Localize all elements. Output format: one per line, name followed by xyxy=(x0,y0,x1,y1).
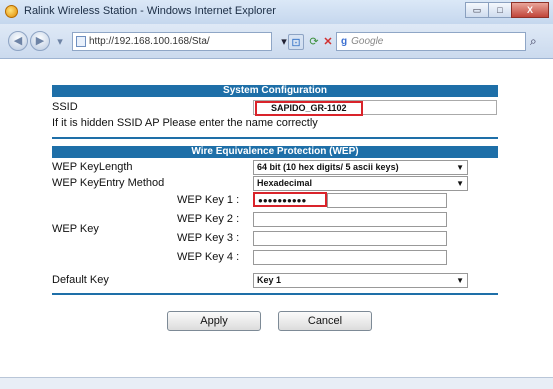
chevron-down-icon: ▼ xyxy=(456,276,464,285)
page-icon xyxy=(76,36,86,47)
stop-icon[interactable]: ✕ xyxy=(320,34,336,50)
wep-key-row-4: WEP Key 4 : xyxy=(52,249,498,265)
wep-key-3-label: WEP Key 3 : xyxy=(177,232,240,244)
minimize-button[interactable]: ▭ xyxy=(465,2,489,18)
wep-key-4-input[interactable] xyxy=(253,250,447,265)
ie-icon xyxy=(5,5,18,18)
wep-entry-method-value: Hexadecimal xyxy=(257,178,313,188)
window-titlebar: Ralink Wireless Station - Windows Intern… xyxy=(0,0,553,25)
wep-header: Wire Equivalence Protection (WEP) xyxy=(52,146,498,158)
default-key-label: Default Key xyxy=(52,274,109,286)
maximize-button[interactable]: □ xyxy=(488,2,512,18)
wep-key-1-label: WEP Key 1 : xyxy=(177,194,240,206)
compatibility-icon[interactable]: ⊡ xyxy=(288,34,304,50)
back-arrow-icon[interactable]: ◀ xyxy=(8,31,28,51)
wep-keys-block: WEP Key WEP Key 1 : ●●●●●●●●●● WEP Key 2… xyxy=(52,191,498,271)
window-title: Ralink Wireless Station - Windows Intern… xyxy=(24,5,276,17)
wep-keylength-row: WEP KeyLength 64 bit (10 hex digits/ 5 a… xyxy=(52,159,498,175)
forward-arrow-icon[interactable]: ▶ xyxy=(30,31,50,51)
apply-button[interactable]: Apply xyxy=(167,311,261,331)
ssid-label: SSID xyxy=(52,101,78,113)
wep-entry-method-label: WEP KeyEntry Method xyxy=(52,177,165,189)
section-divider xyxy=(52,137,498,139)
status-bar xyxy=(0,377,553,389)
address-toolbar: ◀ ▶ ▾ http://192.168.100.168/Sta/ ▾ ⊡ ⟳ … xyxy=(0,24,553,59)
search-icon[interactable]: ⌕ xyxy=(530,34,537,49)
close-button[interactable]: X xyxy=(511,2,549,18)
chevron-down-icon: ▼ xyxy=(456,163,464,172)
wep-key-row-1: WEP Key 1 : ●●●●●●●●●● xyxy=(52,192,498,208)
search-placeholder: Google xyxy=(351,36,384,47)
wep-key-row-3: WEP Key 3 : xyxy=(52,230,498,246)
wep-key-row-2: WEP Key 2 : xyxy=(52,211,498,227)
wep-key-1-input-ext xyxy=(327,193,447,208)
wep-keylength-value: 64 bit (10 hex digits/ 5 ascii keys) xyxy=(257,162,399,172)
address-input[interactable]: http://192.168.100.168/Sta/ xyxy=(72,32,272,51)
cancel-button[interactable]: Cancel xyxy=(278,311,372,331)
wep-key-3-input[interactable] xyxy=(253,231,447,246)
chevron-down-icon: ▼ xyxy=(456,179,464,188)
wep-entry-method-select[interactable]: Hexadecimal ▼ xyxy=(253,176,468,191)
wep-keylength-select[interactable]: 64 bit (10 hex digits/ 5 ascii keys) ▼ xyxy=(253,160,468,175)
wep-key-2-input[interactable] xyxy=(253,212,447,227)
wep-key-1-input[interactable]: ●●●●●●●●●● xyxy=(253,192,327,207)
page-content: System Configuration SSID SAPIDO_GR-1102… xyxy=(0,59,553,389)
ssid-value: SAPIDO_GR-1102 xyxy=(255,101,363,116)
bottom-divider xyxy=(52,293,498,295)
ssid-hint-row: If it is hidden SSID AP Please enter the… xyxy=(52,115,498,131)
google-icon: g xyxy=(341,36,348,47)
ssid-field[interactable]: SAPIDO_GR-1102 xyxy=(253,100,497,116)
wep-keylength-label: WEP KeyLength xyxy=(52,161,133,173)
default-key-value: Key 1 xyxy=(257,275,282,285)
ssid-row: SSID SAPIDO_GR-1102 xyxy=(52,99,498,116)
config-panel: System Configuration SSID SAPIDO_GR-1102… xyxy=(52,85,498,331)
default-key-row: Default Key Key 1 ▼ xyxy=(52,272,498,288)
wep-key-4-label: WEP Key 4 : xyxy=(177,251,240,263)
system-config-header: System Configuration xyxy=(52,85,498,97)
search-input[interactable]: g Google xyxy=(336,32,526,51)
default-key-select[interactable]: Key 1 ▼ xyxy=(253,273,468,288)
action-bar: Apply Cancel xyxy=(52,301,498,331)
dropdown-history-icon[interactable]: ▾ xyxy=(52,34,68,50)
wep-key-2-label: WEP Key 2 : xyxy=(177,213,240,225)
address-text: http://192.168.100.168/Sta/ xyxy=(89,36,210,47)
ssid-hint: If it is hidden SSID AP Please enter the… xyxy=(52,117,318,129)
wep-entry-method-row: WEP KeyEntry Method Hexadecimal ▼ xyxy=(52,175,498,191)
window-controls: ▭ □ X xyxy=(465,2,549,18)
